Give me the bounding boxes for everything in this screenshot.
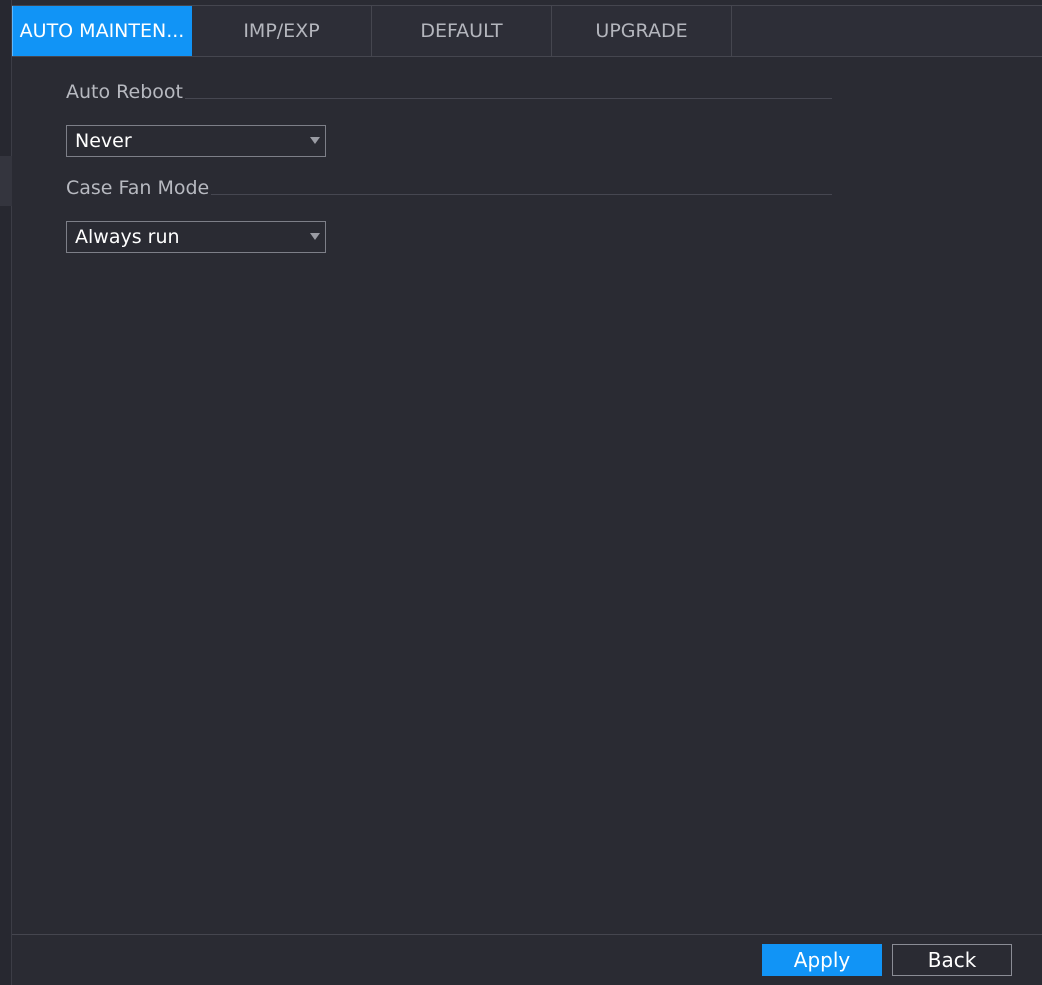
case-fan-mode-select[interactable]: Always run [66,221,326,253]
dropdown-arrow-icon [310,137,320,144]
left-sidebar-edge [0,0,12,985]
case-fan-mode-value: Always run [75,226,180,248]
footer-bar: Apply Back [12,934,1042,985]
auto-reboot-title: Auto Reboot [66,80,185,104]
tab-auto-maintain[interactable]: AUTO MAINTEN... [12,6,192,56]
tab-default[interactable]: DEFAULT [372,6,552,56]
auto-reboot-value: Never [75,130,132,152]
dropdown-arrow-icon [310,233,320,240]
main-content: Auto Reboot Never Case Fan Mode Always r… [12,57,1042,934]
back-button[interactable]: Back [892,944,1012,976]
tab-bar: AUTO MAINTEN... IMP/EXP DEFAULT UPGRADE [12,5,1042,57]
auto-reboot-select[interactable]: Never [66,125,326,157]
case-fan-mode-title: Case Fan Mode [66,176,212,200]
tab-imp-exp[interactable]: IMP/EXP [192,6,372,56]
apply-button[interactable]: Apply [762,944,882,976]
settings-window: AUTO MAINTEN... IMP/EXP DEFAULT UPGRADE … [0,0,1042,985]
tab-upgrade[interactable]: UPGRADE [552,6,732,56]
sidebar-selection-marker [0,156,12,206]
